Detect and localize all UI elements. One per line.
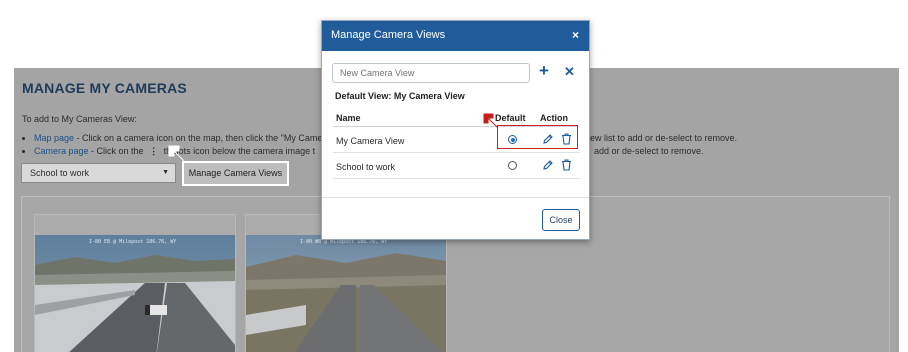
camera-label: I-80 EB @ Milepost 186.76, WY bbox=[89, 239, 177, 245]
camera-view-select-value: School to work bbox=[30, 168, 90, 178]
camera-image[interactable]: I-80 EB @ Milepost 186.76, WY bbox=[35, 235, 235, 352]
view-name: My Camera View bbox=[336, 136, 405, 146]
camera-card[interactable]: I-80 EB @ Milepost 186.76, WY bbox=[34, 214, 236, 352]
close-icon[interactable]: × bbox=[572, 28, 579, 42]
table-row: School to work bbox=[333, 153, 580, 179]
close-button[interactable]: Close bbox=[542, 209, 580, 231]
camera-page-link[interactable]: Camera page bbox=[34, 146, 89, 156]
camera-image[interactable]: I-80 WB @ Milepost 186.76, WY bbox=[246, 235, 446, 352]
instruction-camera-text-c: dots icon below the camera image t bbox=[171, 146, 316, 156]
chevron-down-icon: ▼ bbox=[162, 169, 169, 176]
instruction-camera-text-a: - Click on the bbox=[88, 146, 147, 156]
kebab-icon: ⋮ bbox=[149, 146, 159, 156]
view-name: School to work bbox=[336, 162, 396, 172]
instruction-camera-tail: add or de-select to remove. bbox=[594, 146, 704, 156]
modal-header: Manage Camera Views × bbox=[322, 21, 589, 51]
pencil-icon[interactable] bbox=[542, 159, 554, 171]
column-action: Action bbox=[540, 113, 568, 123]
map-page-link[interactable]: Map page bbox=[34, 133, 74, 143]
modal-footer: Close bbox=[322, 197, 589, 240]
page-title: MANAGE MY CAMERAS bbox=[22, 80, 187, 96]
trash-icon[interactable] bbox=[561, 159, 572, 171]
instruction-map-tail: ew list to add or de-select to remove. bbox=[590, 133, 738, 143]
instruction-map-text: - Click on a camera icon on the map, the… bbox=[74, 133, 323, 143]
camera-view-select[interactable]: School to work ▼ bbox=[21, 163, 176, 183]
default-radio[interactable] bbox=[508, 161, 517, 170]
red-arrow-icon bbox=[483, 113, 499, 129]
screen: MANAGE MY CAMERAS To add to My Cameras V… bbox=[0, 0, 908, 352]
add-icon[interactable]: + bbox=[539, 61, 549, 81]
manage-camera-views-button[interactable]: Manage Camera Views bbox=[182, 161, 289, 186]
pointer-arrow-icon bbox=[168, 145, 185, 162]
instruction-map: Map page - Click on a camera icon on the… bbox=[34, 132, 322, 145]
column-name: Name bbox=[336, 113, 361, 123]
highlight-box bbox=[497, 125, 578, 149]
table-header: Name Default Action bbox=[333, 107, 580, 127]
clear-icon[interactable]: ✕ bbox=[564, 63, 575, 81]
modal-title: Manage Camera Views bbox=[331, 29, 446, 41]
default-view-label: Default View: My Camera View bbox=[335, 91, 465, 101]
intro-text: To add to My Cameras View: bbox=[22, 114, 137, 124]
new-camera-view-input[interactable] bbox=[332, 63, 530, 83]
